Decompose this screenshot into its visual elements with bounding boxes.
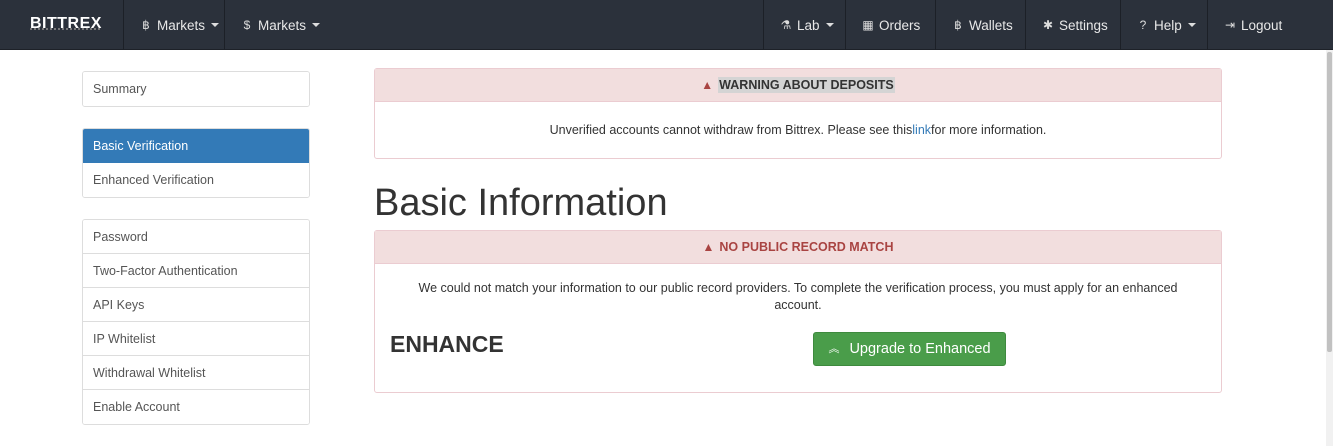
caret-down-icon: [312, 23, 321, 27]
no-record-body: We could not match your information to o…: [375, 264, 1221, 392]
no-record-heading: ▲ NO PUBLIC RECORD MATCH: [375, 231, 1221, 264]
deposit-warning-panel: ▲ WARNING ABOUT DEPOSITS Unverified acco…: [374, 68, 1222, 159]
nav-settings[interactable]: ✱ Settings: [1025, 0, 1123, 50]
warning-info-link[interactable]: link: [912, 123, 931, 137]
sidebar-item-ip-whitelist[interactable]: IP Whitelist: [83, 322, 309, 356]
chevron-up-icon: ︽: [828, 342, 840, 355]
nav-label: Settings: [1059, 17, 1108, 33]
upgrade-to-enhanced-button[interactable]: ︽ Upgrade to Enhanced: [813, 332, 1006, 366]
no-record-title: NO PUBLIC RECORD MATCH: [719, 240, 894, 254]
bitcoin-icon: ฿: [142, 18, 150, 32]
caret-down-icon: [1187, 23, 1196, 27]
no-record-text: We could not match your information to o…: [418, 281, 1178, 312]
nav-label: Logout: [1241, 17, 1283, 33]
flask-icon: ⚗: [780, 18, 792, 32]
sidebar-item-two-factor[interactable]: Two-Factor Authentication: [83, 254, 309, 288]
warning-icon: ▲: [702, 240, 715, 254]
sidebar-item-enhanced-verification[interactable]: Enhanced Verification: [83, 163, 309, 197]
nav-label: Markets: [157, 17, 206, 33]
sidebar-group-verification: Basic Verification Enhanced Verification: [82, 128, 310, 198]
sidebar-item-enable-account[interactable]: Enable Account: [83, 390, 309, 424]
sidebar-item-password[interactable]: Password: [83, 220, 309, 254]
warning-text-before: Unverified accounts cannot withdraw from…: [549, 123, 913, 137]
warning-text-after: for more information.: [931, 123, 1047, 137]
gear-icon: ✱: [1042, 18, 1054, 32]
bitcoin-icon: ฿: [954, 18, 962, 32]
top-navbar: BITTREX ฿ Markets $ Markets ⚗ Lab ▦ Orde…: [0, 0, 1333, 50]
nav-wallets[interactable]: ฿ Wallets: [935, 0, 1028, 50]
warning-icon: ▲: [701, 78, 714, 92]
nav-logout[interactable]: ⇥ Logout: [1207, 0, 1297, 50]
question-icon: ?: [1139, 18, 1147, 32]
deposit-warning-title: WARNING ABOUT DEPOSITS: [718, 77, 895, 93]
upgrade-button-label: Upgrade to Enhanced: [849, 340, 991, 357]
scrollbar-thumb[interactable]: [1327, 52, 1332, 352]
calendar-icon: ▦: [862, 18, 874, 32]
dollar-icon: $: [243, 18, 251, 32]
nav-label: Wallets: [969, 17, 1013, 33]
no-record-panel: ▲ NO PUBLIC RECORD MATCH We could not ma…: [374, 230, 1222, 393]
sidebar-item-api-keys[interactable]: API Keys: [83, 288, 309, 322]
nav-markets-usd[interactable]: $ Markets: [224, 0, 335, 50]
sidebar-item-basic-verification[interactable]: Basic Verification: [83, 129, 309, 163]
brand-logo[interactable]: BITTREX: [30, 15, 102, 33]
deposit-warning-body: Unverified accounts cannot withdraw from…: [375, 102, 1221, 158]
page-title: Basic Information: [374, 182, 668, 224]
nav-label: Orders: [879, 17, 921, 33]
nav-label: Markets: [258, 17, 307, 33]
nav-label: Lab: [797, 17, 820, 33]
sidebar-item-withdrawal-whitelist[interactable]: Withdrawal Whitelist: [83, 356, 309, 390]
sidebar-group-security: Password Two-Factor Authentication API K…: [82, 219, 310, 425]
caret-down-icon: [825, 23, 834, 27]
logout-icon: ⇥: [1224, 18, 1236, 32]
enhance-label: ENHANCE: [390, 331, 504, 357]
sidebar-group-summary: Summary: [82, 71, 310, 107]
settings-sidebar: Summary Basic Verification Enhanced Veri…: [82, 71, 310, 446]
nav-markets-btc[interactable]: ฿ Markets: [123, 0, 234, 50]
sidebar-item-summary[interactable]: Summary: [83, 72, 309, 106]
nav-lab[interactable]: ⚗ Lab: [763, 0, 849, 50]
caret-down-icon: [211, 23, 220, 27]
nav-label: Help: [1154, 17, 1182, 33]
deposit-warning-heading: ▲ WARNING ABOUT DEPOSITS: [375, 69, 1221, 102]
nav-help[interactable]: ? Help: [1120, 0, 1211, 50]
nav-orders[interactable]: ▦ Orders: [845, 0, 935, 50]
